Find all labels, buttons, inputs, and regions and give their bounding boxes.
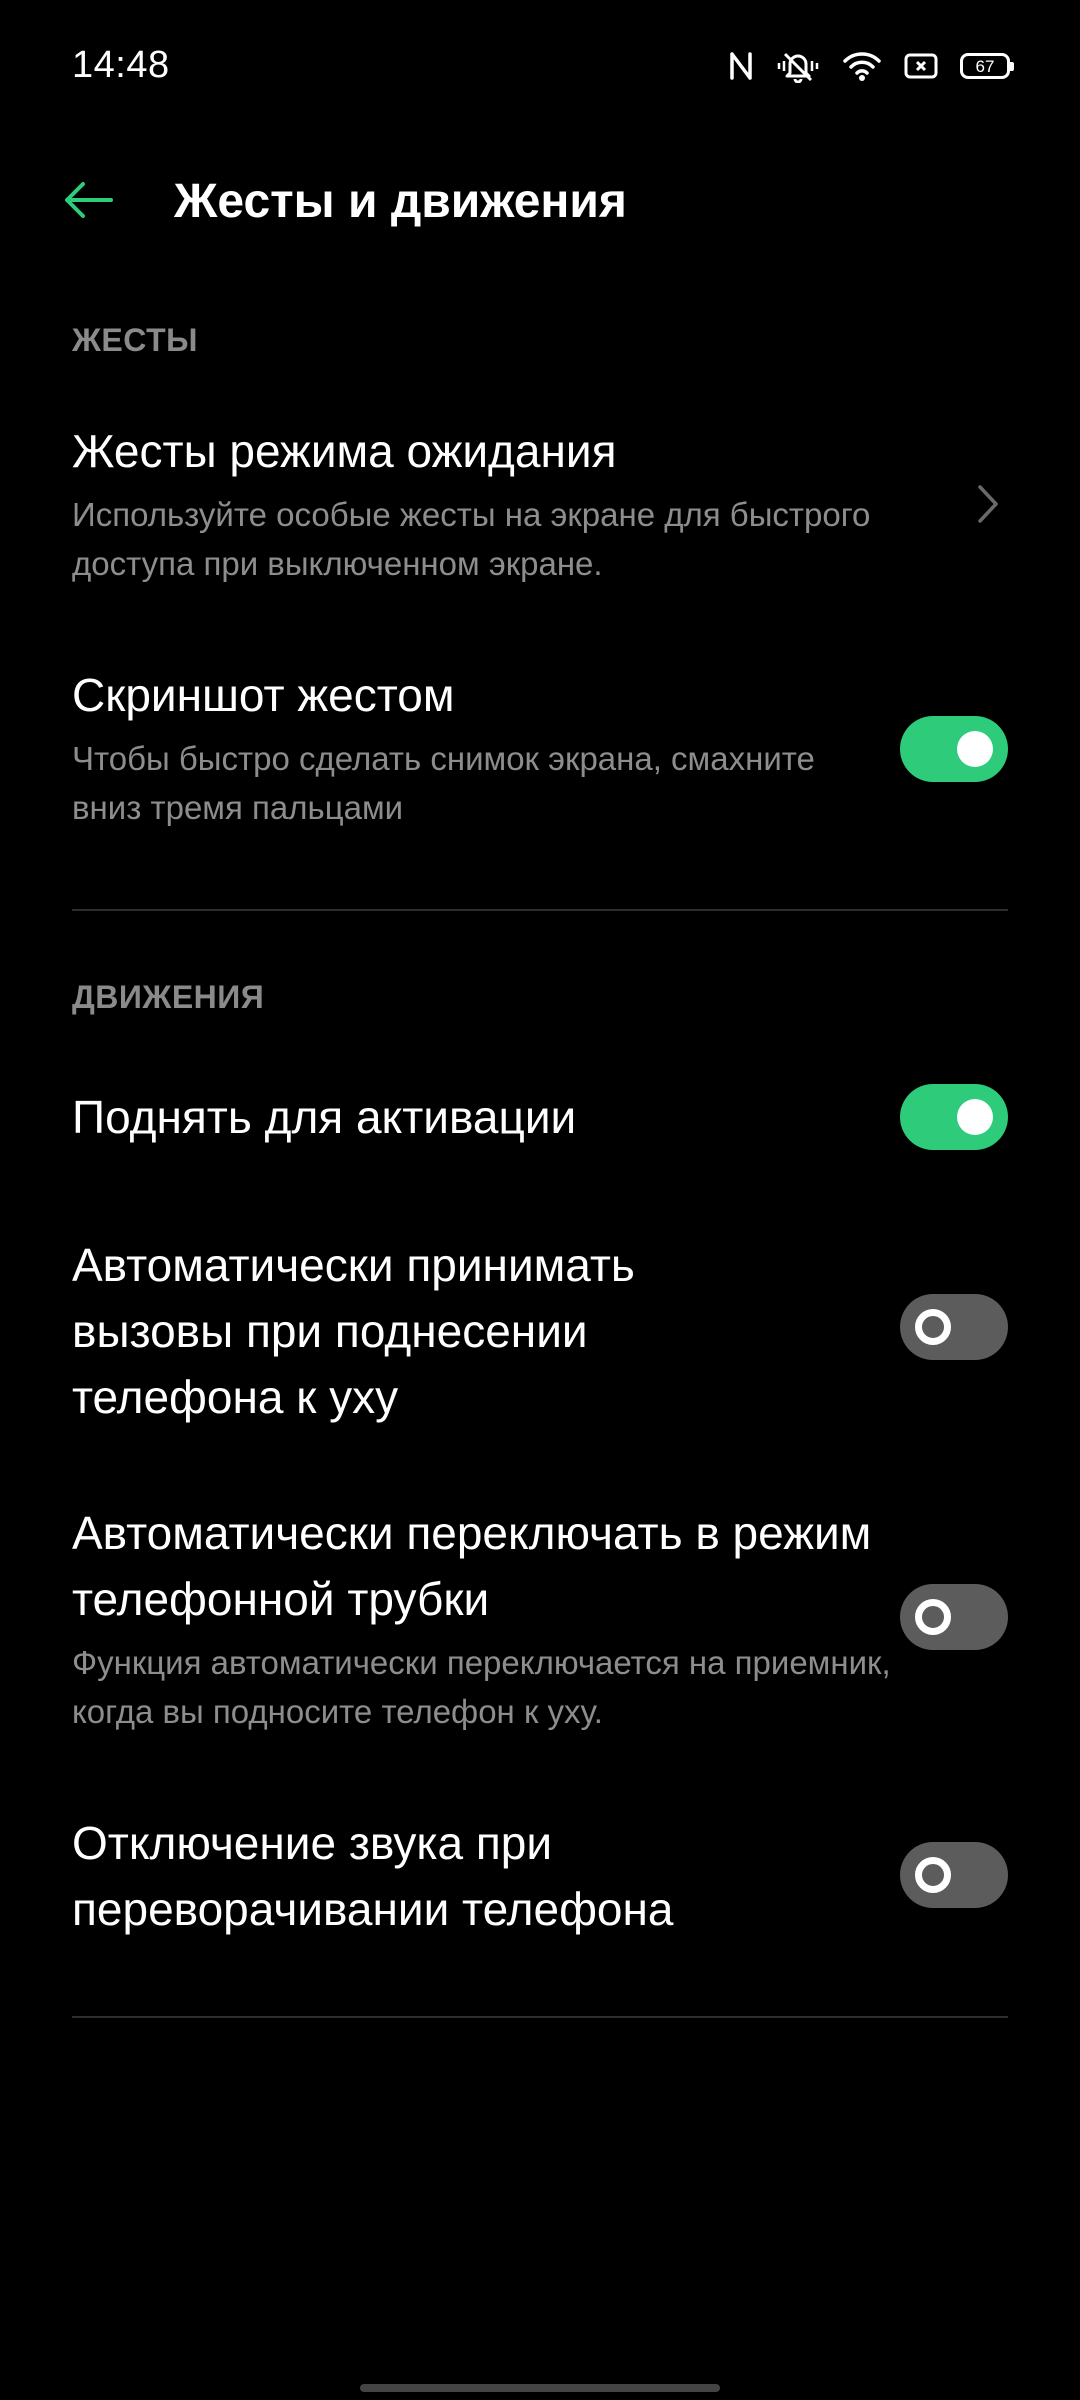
- status-time: 14:48: [72, 44, 170, 86]
- back-button[interactable]: [54, 172, 124, 232]
- raise-to-wake-toggle[interactable]: [900, 1084, 1008, 1150]
- battery-level: 67: [975, 56, 995, 76]
- page-title: Жесты и движения: [174, 175, 627, 228]
- vibrate-icon: [776, 49, 820, 83]
- setting-auto-answer-calls[interactable]: Автоматически принимать вызовы при подне…: [0, 1232, 1080, 1430]
- wifi-icon: [842, 50, 882, 82]
- auto-switch-earpiece-toggle[interactable]: [900, 1584, 1008, 1650]
- flip-to-mute-toggle[interactable]: [900, 1842, 1008, 1908]
- setting-description: Чтобы быстро сделать снимок экрана, смах…: [72, 740, 815, 826]
- setting-screenshot-gesture[interactable]: Скриншот жестом Чтобы быстро сделать сни…: [0, 662, 1080, 842]
- toggle-knob: [915, 1599, 951, 1635]
- nfc-icon: [728, 50, 754, 82]
- screenshot-gesture-toggle[interactable]: [900, 716, 1008, 782]
- setting-auto-switch-earpiece[interactable]: Автоматически переключать в режим телефо…: [0, 1500, 1080, 1740]
- battery-icon: 67: [960, 53, 1014, 79]
- screen-record-icon: [904, 52, 938, 80]
- divider: [72, 2016, 1008, 2018]
- divider: [72, 909, 1008, 911]
- setting-standby-gestures[interactable]: Жесты режима ожидания Используйте особые…: [0, 418, 1080, 598]
- setting-title: Жесты режима ожидания: [72, 425, 617, 477]
- toggle-knob: [915, 1309, 951, 1345]
- toggle-knob: [957, 731, 993, 767]
- setting-description: Функция автоматически переключается на п…: [72, 1644, 891, 1730]
- section-header-gestures: ЖЕСТЫ: [72, 322, 198, 358]
- section-header-motions: ДВИЖЕНИЯ: [72, 979, 265, 1015]
- setting-title: Отключение звука при переворачивании тел…: [72, 1817, 674, 1935]
- app-bar: Жесты и движения: [0, 150, 1080, 254]
- setting-raise-to-wake[interactable]: Поднять для активации: [0, 1084, 1080, 1150]
- home-indicator[interactable]: [360, 2384, 720, 2392]
- setting-title: Автоматически принимать вызовы при подне…: [72, 1239, 635, 1423]
- toggle-knob: [957, 1099, 993, 1135]
- status-bar: 14:48 67: [0, 0, 1080, 130]
- arrow-left-icon: [61, 180, 117, 225]
- setting-title: Поднять для активации: [72, 1091, 577, 1143]
- setting-description: Используйте особые жесты на экране для б…: [72, 496, 871, 582]
- setting-title: Скриншот жестом: [72, 669, 455, 721]
- chevron-right-icon: [968, 474, 1008, 534]
- setting-title: Автоматически переключать в режим телефо…: [72, 1507, 872, 1625]
- status-icons: 67: [728, 46, 1014, 86]
- toggle-knob: [915, 1857, 951, 1893]
- setting-flip-to-mute[interactable]: Отключение звука при переворачивании тел…: [0, 1810, 1080, 1942]
- auto-answer-toggle[interactable]: [900, 1294, 1008, 1360]
